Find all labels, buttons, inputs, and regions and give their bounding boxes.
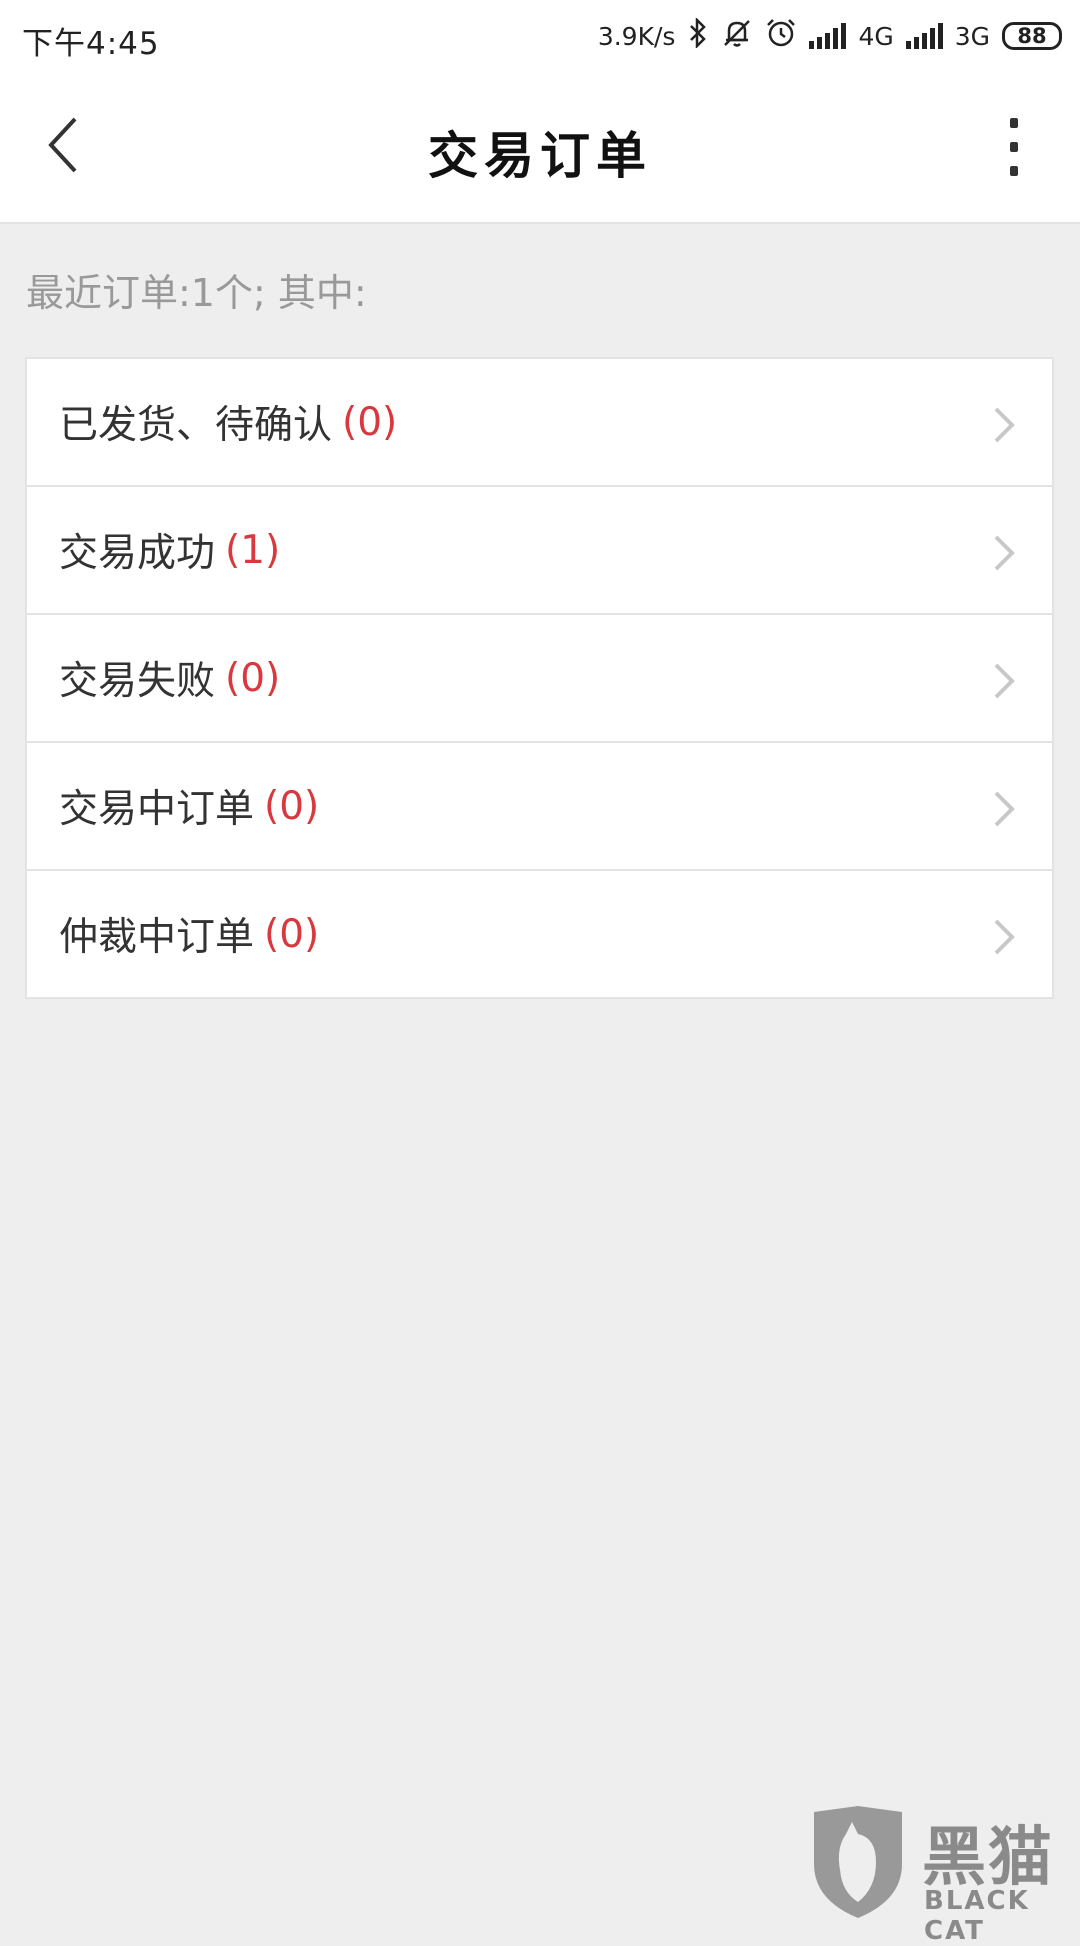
more-button[interactable] bbox=[984, 112, 1044, 182]
order-count: (0) bbox=[225, 655, 281, 701]
chevron-right-icon bbox=[994, 407, 1015, 443]
bluetooth-icon bbox=[687, 16, 709, 55]
order-item-success[interactable]: 交易成功 (1) bbox=[25, 485, 1054, 615]
order-item-shipped-pending[interactable]: 已发货、待确认 (0) bbox=[25, 357, 1054, 487]
net-speed: 3.9K/s bbox=[597, 21, 676, 51]
watermark-text: 黑猫 bbox=[922, 1821, 1054, 1895]
black-cat-logo-icon bbox=[814, 1806, 902, 1918]
order-item-in-progress[interactable]: 交易中订单 (0) bbox=[25, 741, 1054, 871]
chevron-right-icon bbox=[994, 791, 1015, 827]
order-label: 已发货、待确认 bbox=[59, 403, 333, 448]
alarm-icon bbox=[765, 17, 797, 56]
title-bar: 交易订单 bbox=[0, 72, 1080, 224]
order-label: 交易中订单 bbox=[59, 787, 255, 832]
order-count: (0) bbox=[342, 399, 398, 445]
order-label: 交易成功 bbox=[59, 531, 216, 576]
status-time: 下午4:45 bbox=[22, 26, 160, 62]
signal-icon bbox=[809, 23, 847, 49]
more-vertical-icon bbox=[1010, 118, 1018, 128]
signal-icon bbox=[905, 23, 943, 49]
network-type-2: 3G bbox=[954, 21, 990, 51]
order-label: 交易失败 bbox=[59, 659, 216, 704]
chevron-right-icon bbox=[994, 663, 1015, 699]
order-item-arbitration[interactable]: 仲裁中订单 (0) bbox=[25, 869, 1054, 999]
page-title: 交易订单 bbox=[428, 127, 652, 185]
order-count: (0) bbox=[264, 911, 320, 957]
battery-icon: 88 bbox=[1002, 22, 1062, 50]
network-type-1: 4G bbox=[858, 21, 894, 51]
order-count: (0) bbox=[264, 783, 320, 829]
order-list: 已发货、待确认 (0) 交易成功 (1) 交易失败 (0) 交易中订单 (0) … bbox=[25, 357, 1054, 999]
chevron-right-icon bbox=[994, 919, 1015, 955]
status-icons: 3.9K/s 4G 3G 88 bbox=[598, 16, 1062, 56]
watermark-subtext: BLACK CAT bbox=[924, 1886, 1030, 1946]
order-count: (1) bbox=[225, 527, 281, 573]
order-label: 仲裁中订单 bbox=[59, 915, 255, 960]
mute-icon bbox=[721, 18, 753, 55]
order-item-failed[interactable]: 交易失败 (0) bbox=[25, 613, 1054, 743]
watermark: 黑猫 BLACK CAT bbox=[806, 1800, 1080, 1946]
order-summary: 最近订单:1个; 其中: bbox=[26, 271, 367, 315]
chevron-right-icon bbox=[994, 535, 1015, 571]
status-bar: 下午4:45 3.9K/s 4G 3G 88 bbox=[0, 0, 1080, 72]
